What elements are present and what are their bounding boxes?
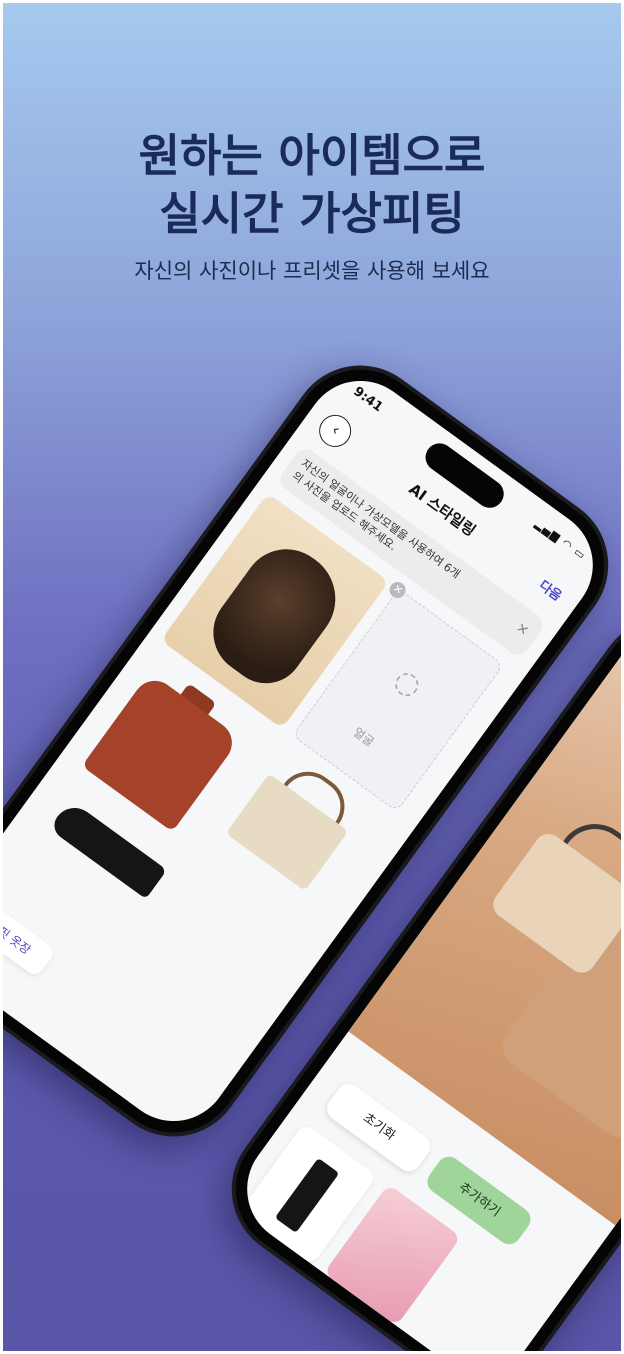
signal-icon: ▂▄▆: [532, 516, 564, 545]
wifi-icon: ◠: [559, 536, 576, 554]
promo-canvas: 원하는 아이템으로 실시간 가상피팅 자신의 사진이나 프리셋을 사용해 보세요…: [3, 3, 621, 1351]
hair-image: [196, 531, 355, 699]
saved-outfit-button[interactable]: 보고핏 옷장: [3, 890, 57, 978]
close-icon[interactable]: ✕: [513, 620, 532, 640]
sweater-item[interactable]: [81, 672, 241, 832]
subheadline: 자신의 사진이나 프리셋을 사용해 보세요: [134, 259, 490, 283]
battery-icon: ▭: [571, 545, 589, 563]
headline-line-1: 원하는 아이템으로: [138, 129, 486, 182]
headline-line-2: 실시간 가상피팅: [159, 187, 465, 240]
headline: 원하는 아이템으로 실시간 가상피팅: [3, 127, 621, 243]
status-time: 9:41: [350, 384, 386, 416]
